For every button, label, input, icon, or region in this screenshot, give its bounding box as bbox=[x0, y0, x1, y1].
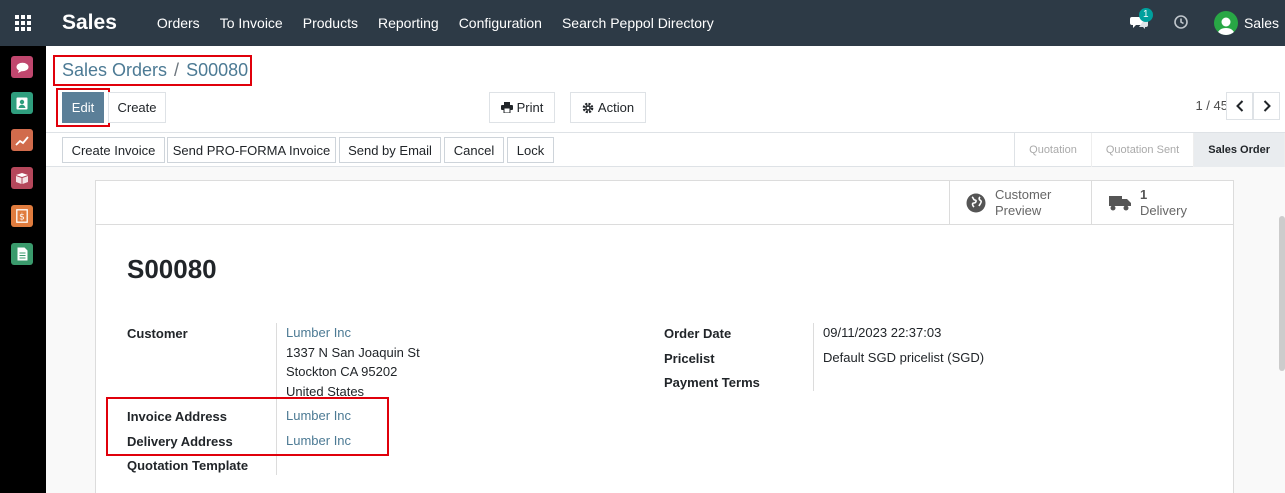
right-column-divider bbox=[813, 323, 814, 391]
user-name: Sales bbox=[1243, 15, 1279, 31]
breadcrumb: Sales Orders / S00080 bbox=[62, 60, 248, 81]
customer-field: Lumber Inc 1337 N San Joaquin St Stockto… bbox=[286, 323, 420, 401]
cancel-button[interactable]: Cancel bbox=[444, 137, 504, 163]
contacts-app-icon[interactable] bbox=[11, 92, 33, 114]
inventory-app-icon[interactable] bbox=[11, 167, 33, 189]
gear-icon bbox=[582, 102, 594, 113]
menu-search-peppol-directory[interactable]: Search Peppol Directory bbox=[552, 0, 724, 46]
quotation-template-field[interactable] bbox=[286, 455, 436, 475]
clock-icon bbox=[1174, 14, 1188, 29]
customer-link[interactable]: Lumber Inc bbox=[286, 323, 420, 343]
payment-terms-field[interactable] bbox=[823, 372, 1023, 392]
left-column-divider bbox=[276, 323, 277, 475]
documents-app-icon[interactable] bbox=[11, 243, 33, 265]
create-button-label: Create bbox=[117, 100, 157, 115]
pricelist-value[interactable]: Default SGD pricelist (SGD) bbox=[823, 348, 984, 368]
app-sidebar: $ bbox=[0, 46, 46, 493]
breadcrumb-current: S00080 bbox=[186, 60, 249, 80]
form-sheet: Customer Preview 1 Delivery S00080 Custo… bbox=[95, 180, 1234, 493]
delivery-address-label: Delivery Address bbox=[127, 434, 233, 449]
print-button-label: Print bbox=[516, 100, 544, 115]
statusbar: Create Invoice Send PRO-FORMA Invoice Se… bbox=[46, 133, 1285, 167]
stage-quotation[interactable]: Quotation bbox=[1015, 133, 1092, 167]
invoice-address-link[interactable]: Lumber Inc bbox=[286, 406, 351, 426]
breadcrumb-sales-orders[interactable]: Sales Orders bbox=[62, 60, 167, 81]
stage-quotation-sent[interactable]: Quotation Sent bbox=[1092, 133, 1195, 167]
send-pro-forma-invoice-button[interactable]: Send PRO-FORMA Invoice bbox=[167, 137, 336, 163]
customer-address-line1: 1337 N San Joaquin St bbox=[286, 344, 420, 360]
delivery-button[interactable]: 1 Delivery bbox=[1091, 181, 1233, 224]
menu-orders[interactable]: Orders bbox=[147, 0, 210, 46]
invoice-address-label: Invoice Address bbox=[127, 409, 227, 424]
payment-terms-label: Payment Terms bbox=[664, 375, 760, 390]
delivery-count: 1 bbox=[1140, 186, 1148, 202]
truck-icon bbox=[1109, 195, 1131, 210]
order-date-label: Order Date bbox=[664, 326, 732, 341]
chevron-right-icon bbox=[1263, 100, 1271, 112]
invoicing-app-icon[interactable]: $ bbox=[11, 205, 33, 227]
app-title[interactable]: Sales bbox=[62, 11, 117, 35]
create-invoice-button[interactable]: Create Invoice bbox=[62, 137, 165, 163]
scrollbar[interactable] bbox=[1279, 216, 1285, 371]
pricelist-label: Pricelist bbox=[664, 351, 715, 366]
svg-text:$: $ bbox=[19, 213, 25, 223]
chat-count-badge: 1 bbox=[1138, 8, 1153, 22]
customer-preview-line2: Preview bbox=[995, 202, 1042, 218]
chevron-left-icon bbox=[1235, 100, 1243, 112]
customer-label: Customer bbox=[127, 326, 188, 341]
action-button-label: Action bbox=[597, 100, 635, 115]
avatar bbox=[1213, 11, 1238, 35]
pager-value[interactable]: 1 / 45 bbox=[1195, 98, 1228, 113]
menu-reporting[interactable]: Reporting bbox=[368, 0, 449, 46]
customer-preview-line1: Customer bbox=[995, 186, 1052, 202]
menu-to-invoice[interactable]: To Invoice bbox=[210, 0, 293, 46]
print-button[interactable]: Print bbox=[489, 92, 555, 123]
menu-products[interactable]: Products bbox=[293, 0, 368, 46]
customer-address-line3: United States bbox=[286, 383, 365, 399]
create-button[interactable]: Create bbox=[108, 92, 166, 123]
control-panel: Sales Orders / S00080 Edit Create Print … bbox=[46, 46, 1285, 133]
user-menu[interactable]: Sales bbox=[1213, 11, 1279, 35]
action-button[interactable]: Action bbox=[570, 92, 646, 123]
lock-button[interactable]: Lock bbox=[507, 137, 554, 163]
pager-previous-button[interactable] bbox=[1226, 92, 1253, 120]
delivery-address-link[interactable]: Lumber Inc bbox=[286, 431, 351, 451]
activity-button[interactable] bbox=[1174, 14, 1188, 32]
top-menu: Orders To Invoice Products Reporting Con… bbox=[147, 0, 724, 46]
quotation-template-label: Quotation Template bbox=[127, 458, 249, 473]
print-icon bbox=[500, 102, 513, 113]
customer-address-line2: Stockton CA 95202 bbox=[286, 364, 398, 379]
stage-pipeline: Quotation Quotation Sent Sales Order bbox=[1014, 133, 1285, 167]
user-icon bbox=[1216, 17, 1235, 35]
apps-menu-icon[interactable] bbox=[0, 0, 46, 46]
sales-app-icon[interactable] bbox=[11, 129, 33, 151]
menu-configuration[interactable]: Configuration bbox=[449, 0, 552, 46]
breadcrumb-separator: / bbox=[174, 60, 180, 80]
discuss-app-icon[interactable] bbox=[11, 56, 33, 78]
pager-next-button[interactable] bbox=[1253, 92, 1280, 120]
send-by-email-button[interactable]: Send by Email bbox=[339, 137, 441, 163]
globe-icon bbox=[966, 193, 986, 212]
top-navbar: Sales Orders To Invoice Products Reporti… bbox=[0, 0, 1285, 46]
order-title: S00080 bbox=[127, 254, 217, 284]
smart-buttons-divider bbox=[96, 224, 1233, 225]
messaging-button[interactable]: 1 bbox=[1129, 8, 1153, 30]
delivery-label: Delivery bbox=[1140, 202, 1187, 218]
customer-preview-button[interactable]: Customer Preview bbox=[949, 181, 1091, 224]
main-content: Sales Orders / S00080 Edit Create Print … bbox=[46, 46, 1285, 493]
order-date-value[interactable]: 09/11/2023 22:37:03 bbox=[823, 323, 941, 343]
stage-sales-order[interactable]: Sales Order bbox=[1194, 133, 1285, 167]
edit-button[interactable]: Edit bbox=[62, 92, 104, 123]
